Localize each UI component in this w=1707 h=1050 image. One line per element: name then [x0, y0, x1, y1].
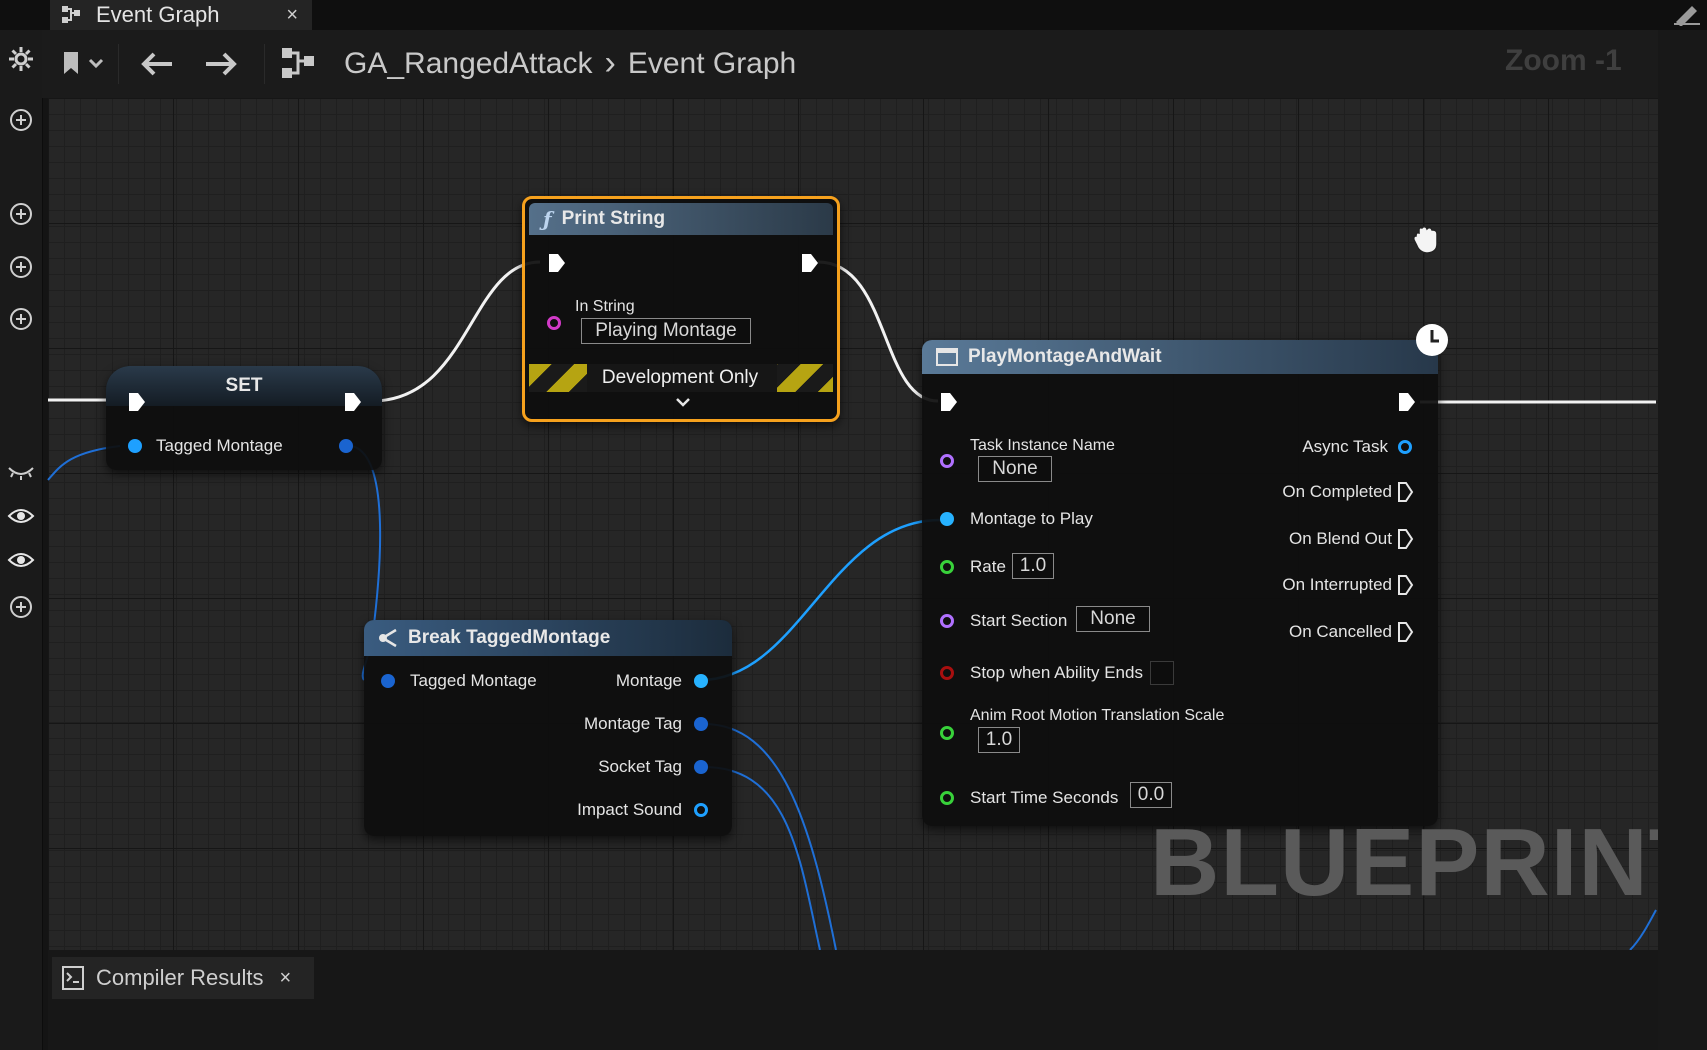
set-node-title: SET: [106, 366, 382, 406]
exec-out-pin[interactable]: [344, 392, 362, 412]
break-tagged-montage-node[interactable]: Break TaggedMontage Tagged Montage Monta…: [364, 620, 732, 836]
tab-compiler-results[interactable]: Compiler Results ×: [52, 957, 314, 999]
on-cancelled-label: On Cancelled: [1288, 622, 1392, 641]
stop-when-ability-ends-checkbox[interactable]: [1150, 661, 1174, 685]
on-interrupted-label: On Interrupted: [1282, 575, 1392, 594]
close-icon[interactable]: ×: [280, 967, 292, 990]
tagged-montage-in-pin[interactable]: [381, 674, 395, 688]
task-instance-field[interactable]: None: [978, 456, 1052, 482]
montage-output-label: Montage: [615, 671, 682, 690]
impact-sound-out-pin[interactable]: [694, 803, 708, 817]
async-task-label: Async Task: [1302, 437, 1388, 456]
on-interrupted-exec-pin[interactable]: [1398, 575, 1414, 595]
start-section-pin[interactable]: [940, 614, 954, 628]
stop-when-ability-ends-label: Stop when Ability Ends: [970, 663, 1143, 682]
on-blend-out-label: On Blend Out: [1288, 529, 1392, 548]
task-instance-pin[interactable]: [940, 454, 954, 468]
montage-to-play-pin[interactable]: [940, 512, 954, 526]
set-node[interactable]: SET Tagged Montage: [106, 366, 382, 470]
anim-root-motion-field[interactable]: 1.0: [978, 727, 1020, 753]
start-time-pin[interactable]: [940, 791, 954, 805]
print-string-title: Print String: [561, 208, 666, 229]
break-struct-icon: [379, 628, 397, 648]
stop-when-ability-ends-pin[interactable]: [940, 666, 954, 680]
break-input-label: Tagged Montage: [410, 671, 537, 690]
task-instance-label: Task Instance Name: [970, 437, 1115, 454]
start-time-label: Start Time Seconds: [970, 788, 1119, 807]
print-string-node[interactable]: ƒ Print String In String Playing Montage…: [522, 196, 840, 422]
on-cancelled-exec-pin[interactable]: [1398, 622, 1414, 642]
exec-in-pin[interactable]: [128, 392, 146, 412]
start-time-field[interactable]: 0.0: [1130, 782, 1172, 808]
set-pin-label: Tagged Montage: [156, 436, 283, 455]
function-icon: ƒ: [543, 207, 552, 231]
in-string-label: In String: [575, 298, 635, 315]
montage-tag-output-label: Montage Tag: [584, 714, 682, 733]
development-only-label: Development Only: [601, 367, 759, 388]
start-section-field[interactable]: None: [1076, 606, 1150, 632]
play-montage-and-wait-node[interactable]: PlayMontageAndWait Task Instance Name No…: [922, 340, 1438, 826]
tagged-montage-out-pin[interactable]: [339, 439, 353, 453]
latent-clock-icon: [1416, 324, 1448, 356]
montage-tag-out-pin[interactable]: [694, 717, 708, 731]
compiler-results-icon: [62, 966, 84, 990]
play-montage-title: PlayMontageAndWait: [968, 346, 1162, 367]
exec-out-pin[interactable]: [1398, 392, 1416, 412]
rate-field[interactable]: 1.0: [1012, 553, 1054, 579]
montage-to-play-label: Montage to Play: [970, 509, 1093, 528]
anim-root-motion-label: Anim Root Motion Translation Scale: [970, 707, 1225, 724]
exec-out-pin[interactable]: [801, 253, 819, 273]
exec-in-pin[interactable]: [940, 392, 958, 412]
tagged-montage-in-pin[interactable]: [128, 439, 142, 453]
right-panel-edge: [1658, 30, 1707, 1050]
montage-out-pin[interactable]: [694, 674, 708, 688]
edit-icon[interactable]: [1672, 0, 1702, 26]
rate-label: Rate: [970, 557, 1006, 576]
tab-label: Compiler Results: [96, 965, 264, 990]
on-blend-out-exec-pin[interactable]: [1398, 529, 1414, 549]
chevron-down-icon[interactable]: [675, 397, 691, 409]
in-string-pin[interactable]: [547, 316, 561, 330]
break-title: Break TaggedMontage: [408, 627, 611, 648]
rate-pin[interactable]: [940, 560, 954, 574]
in-string-field[interactable]: Playing Montage: [581, 318, 751, 344]
socket-tag-out-pin[interactable]: [694, 760, 708, 774]
blueprint-watermark: BLUEPRINT: [1150, 809, 1707, 916]
start-section-label: Start Section: [970, 611, 1068, 630]
on-completed-label: On Completed: [1282, 482, 1392, 501]
task-node-icon: [936, 348, 958, 366]
anim-root-motion-pin[interactable]: [940, 726, 954, 740]
socket-tag-output-label: Socket Tag: [598, 757, 682, 776]
impact-sound-output-label: Impact Sound: [577, 800, 682, 819]
async-task-pin[interactable]: [1398, 440, 1412, 454]
exec-in-pin[interactable]: [548, 253, 566, 273]
hand-cursor-icon: [1413, 226, 1438, 254]
on-completed-exec-pin[interactable]: [1398, 482, 1414, 502]
